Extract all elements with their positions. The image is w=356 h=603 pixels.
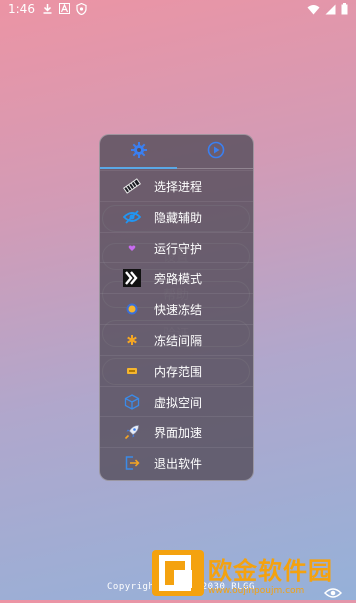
snowflake-small-icon xyxy=(122,331,142,349)
status-bar: 1:46 xyxy=(0,0,356,18)
memory-icon xyxy=(122,362,142,380)
tab-indicator xyxy=(100,167,177,169)
menu-item-label: 虚拟空间 xyxy=(154,395,203,410)
tab-settings[interactable] xyxy=(100,135,177,169)
status-time: 1:46 xyxy=(8,2,35,16)
download-icon xyxy=(42,3,53,18)
menu-item-label: 界面加速 xyxy=(154,426,203,441)
menu-item-memory-range[interactable]: 内存范围 xyxy=(100,354,253,386)
menu-item-hide-assist[interactable]: 隐藏辅助 xyxy=(100,200,253,232)
panel-tabs xyxy=(100,135,253,169)
menu-item-label: 隐藏辅助 xyxy=(154,210,203,225)
menu-item-label: 快速冻结 xyxy=(154,303,203,318)
signal-icon xyxy=(325,4,336,18)
eye-icon xyxy=(323,584,343,603)
wifi-icon xyxy=(307,4,320,18)
floating-menu-panel: 选择进程 隐藏辅助 运行守护 旁路模式 快速冻结 冻结间隔 内存范围 虚拟空间 … xyxy=(99,134,254,481)
menu-item-label: 旁路模式 xyxy=(154,272,203,287)
menu-item-label: 退出软件 xyxy=(154,457,203,472)
watermark-title: 欧金软件园 xyxy=(208,556,333,585)
menu-item-label: 内存范围 xyxy=(154,364,203,379)
menu-item-virtual-space[interactable]: 虚拟空间 xyxy=(100,385,253,417)
tab-divider xyxy=(177,168,253,169)
menu-item-exit-app[interactable]: 退出软件 xyxy=(100,447,253,478)
menu-item-ui-accelerate[interactable]: 界面加速 xyxy=(100,416,253,447)
gear-icon xyxy=(130,141,148,163)
menu-item-label: 冻结间隔 xyxy=(154,333,203,348)
play-icon xyxy=(207,141,225,163)
watermark: 欧金软件园 www.oujinpoujm.com xyxy=(152,550,333,596)
watermark-url: www.oujinpoujm.com xyxy=(208,585,305,596)
eye-toggle-button[interactable] xyxy=(323,584,343,603)
menu-item-label: 选择进程 xyxy=(154,180,203,194)
menu-item-label: 运行守护 xyxy=(154,241,203,256)
tab-run[interactable] xyxy=(177,135,253,169)
rocket-icon xyxy=(122,423,142,441)
menu-item-run-guard[interactable]: 运行守护 xyxy=(100,231,253,263)
watermark-logo xyxy=(152,550,204,596)
chip-icon xyxy=(122,177,142,195)
menu-item-select-process[interactable]: 选择进程 xyxy=(100,170,253,201)
shield-icon xyxy=(76,2,87,18)
menu-item-freeze-interval[interactable]: 冻结间隔 xyxy=(100,323,253,355)
a-icon xyxy=(59,3,70,18)
battery-icon xyxy=(341,3,348,18)
heart-icon xyxy=(122,239,142,257)
exit-icon xyxy=(122,454,142,472)
eye-slash-icon xyxy=(122,208,142,226)
menu-item-quick-freeze[interactable]: 快速冻结 xyxy=(100,293,253,324)
bypass-icon xyxy=(122,269,142,288)
cube-icon xyxy=(122,393,142,411)
snowflake-icon xyxy=(122,300,142,318)
menu-item-bypass-mode[interactable]: 旁路模式 xyxy=(100,262,253,293)
menu-list: 选择进程 隐藏辅助 运行守护 旁路模式 快速冻结 冻结间隔 内存范围 虚拟空间 … xyxy=(100,170,253,478)
